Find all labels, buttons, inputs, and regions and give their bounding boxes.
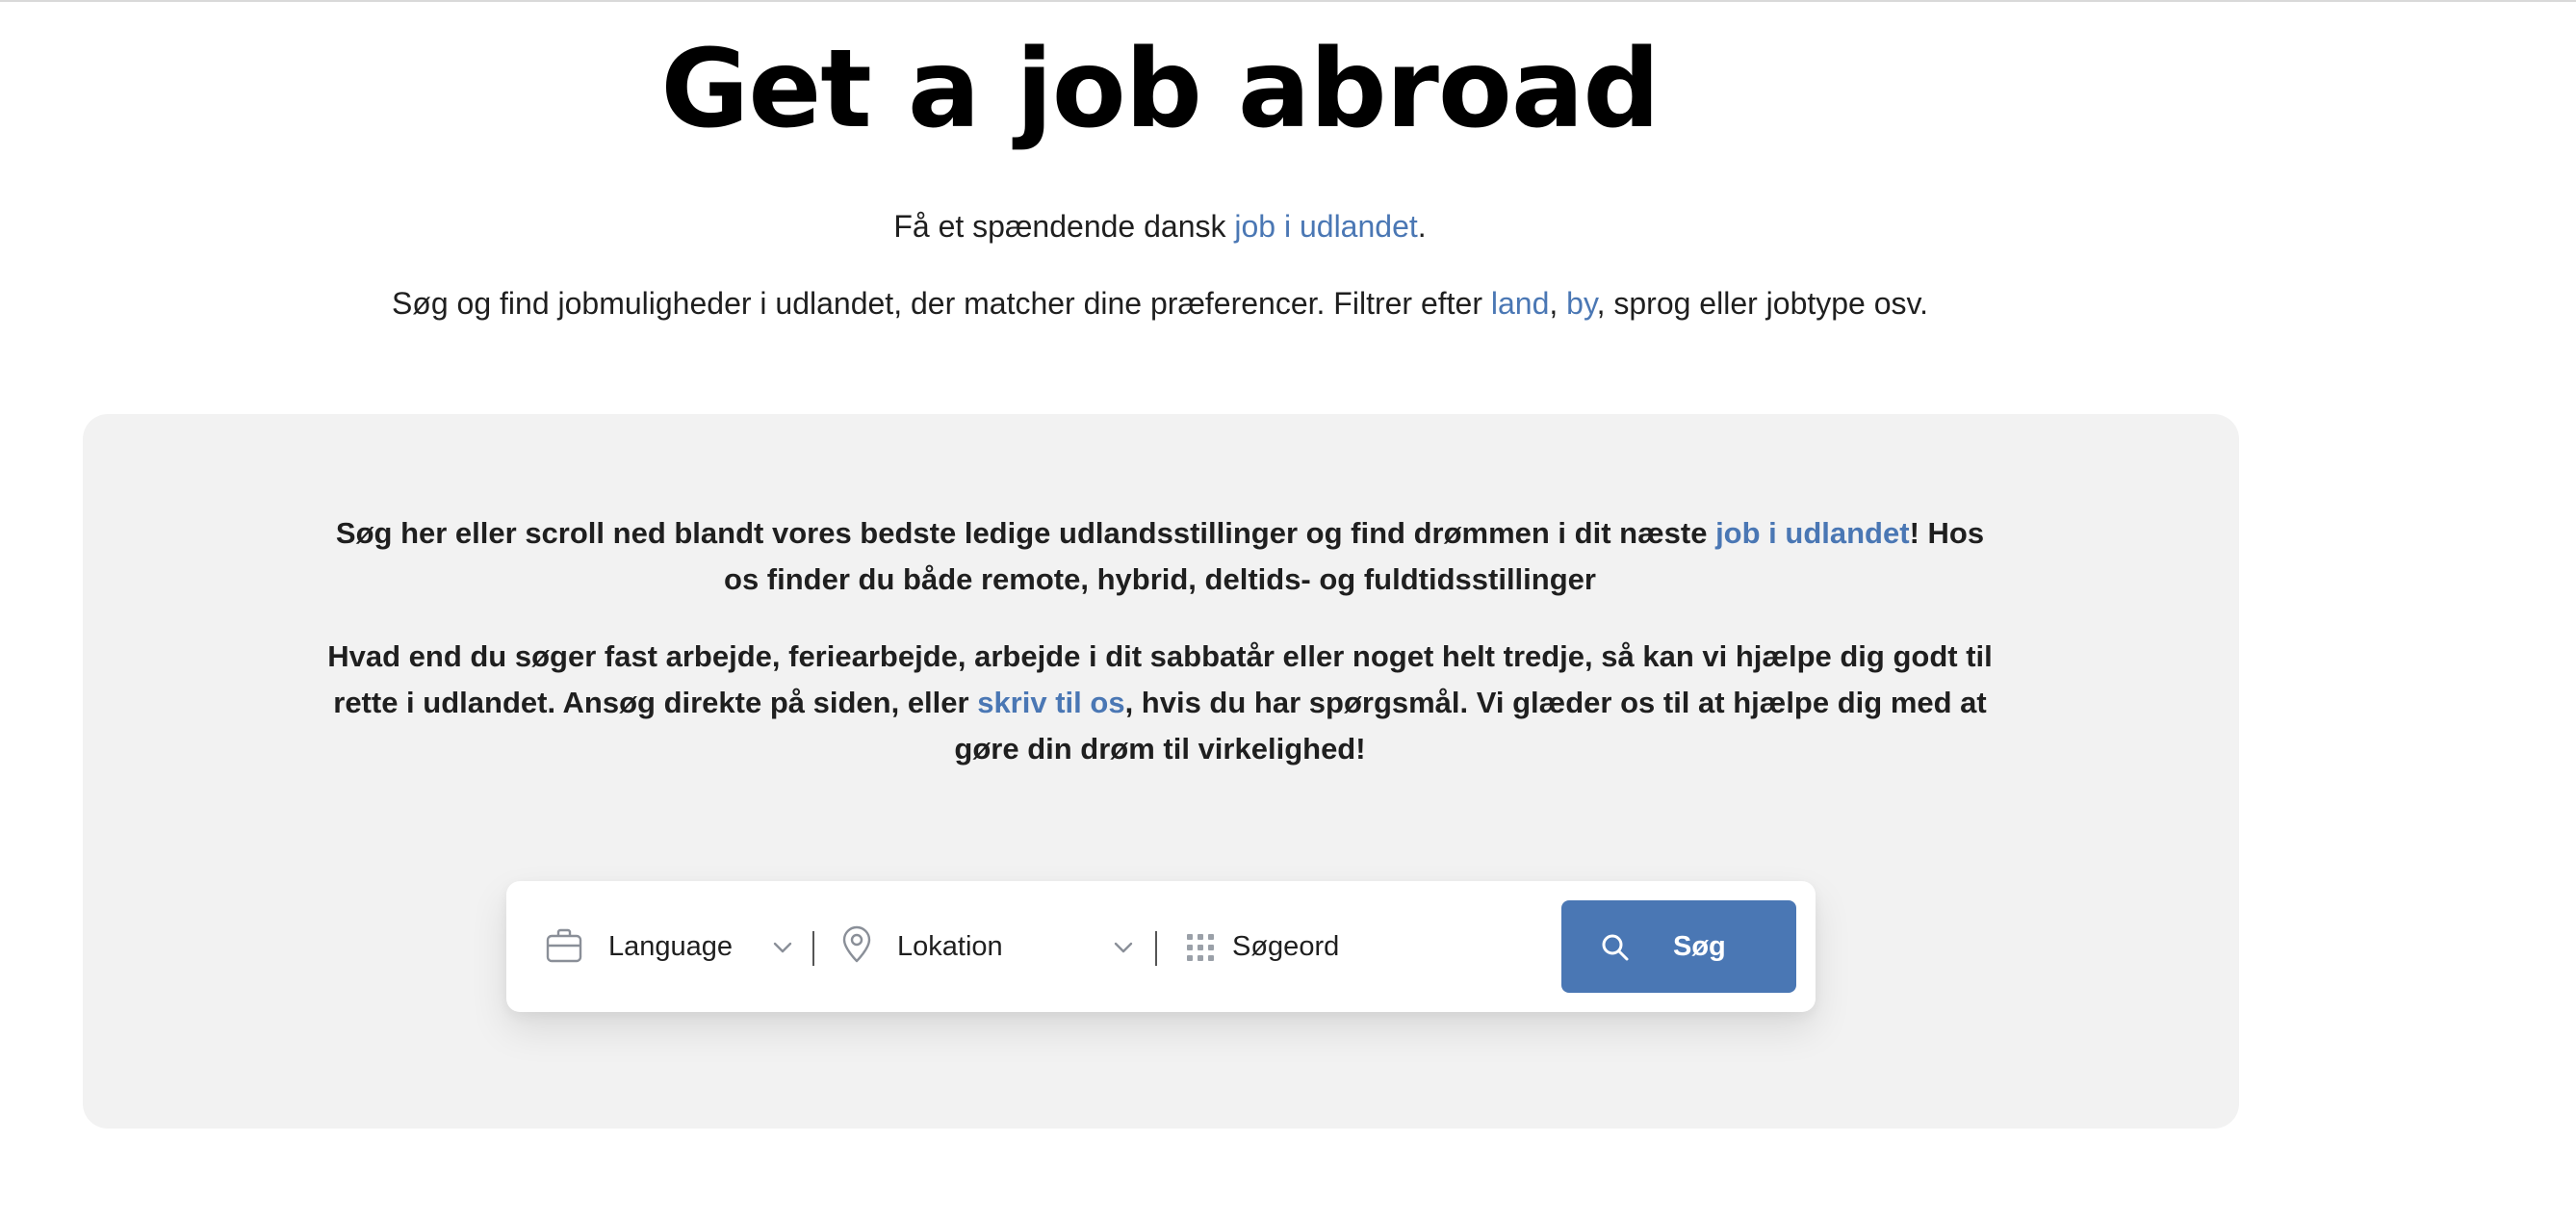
- chevron-down-icon[interactable]: [1111, 935, 1136, 960]
- briefcase-icon: [546, 928, 582, 963]
- panel-job-abroad-link[interactable]: job i udlandet: [1715, 516, 1910, 550]
- city-link[interactable]: by: [1566, 286, 1596, 321]
- contact-us-link[interactable]: skriv til os: [977, 686, 1124, 719]
- page-title: Get a job abroad: [660, 27, 1660, 152]
- map-pin-icon: [842, 925, 871, 963]
- language-select[interactable]: Language: [608, 881, 733, 1012]
- search-icon: [1602, 934, 1629, 961]
- language-select-label: Language: [608, 930, 734, 962]
- grid-dots-icon: [1187, 934, 1214, 961]
- panel-paragraph-1: Søg her eller scroll ned blandt vores be…: [318, 510, 2002, 603]
- search-button[interactable]: Søg: [1561, 900, 1796, 993]
- location-select[interactable]: Lokation: [897, 881, 1003, 1012]
- panel-paragraph-1-text: Søg her eller scroll ned blandt vores be…: [335, 516, 1716, 550]
- field-divider: [1155, 931, 1157, 966]
- intro-line-2-text: Søg og find jobmuligheder i udlandet, de…: [391, 286, 1491, 321]
- intro-line-1: Få et spændende dansk job i udlandet.: [0, 207, 2320, 246]
- search-button-label: Søg: [1673, 930, 1726, 962]
- intro-line-1-end: .: [1417, 209, 1427, 244]
- panel-paragraph-2: Hvad end du søger fast arbejde, feriearb…: [318, 634, 2002, 772]
- top-divider: [0, 0, 2576, 2]
- keyword-input[interactable]: [1232, 918, 1521, 975]
- intro-line-2-separator: ,: [1549, 286, 1567, 321]
- field-divider: [812, 931, 814, 966]
- chevron-down-icon[interactable]: [770, 935, 795, 960]
- job-abroad-link[interactable]: job i udlandet: [1234, 209, 1417, 244]
- location-select-label: Lokation: [897, 930, 1003, 962]
- search-bar: Language Lokation Søg: [506, 881, 1816, 1012]
- intro-line-2-end: , sprog eller jobtype osv.: [1596, 286, 1929, 321]
- country-link[interactable]: land: [1491, 286, 1550, 321]
- intro-line-2: Søg og find jobmuligheder i udlandet, de…: [0, 284, 2320, 323]
- intro-line-1-text: Få et spændende dansk: [893, 209, 1235, 244]
